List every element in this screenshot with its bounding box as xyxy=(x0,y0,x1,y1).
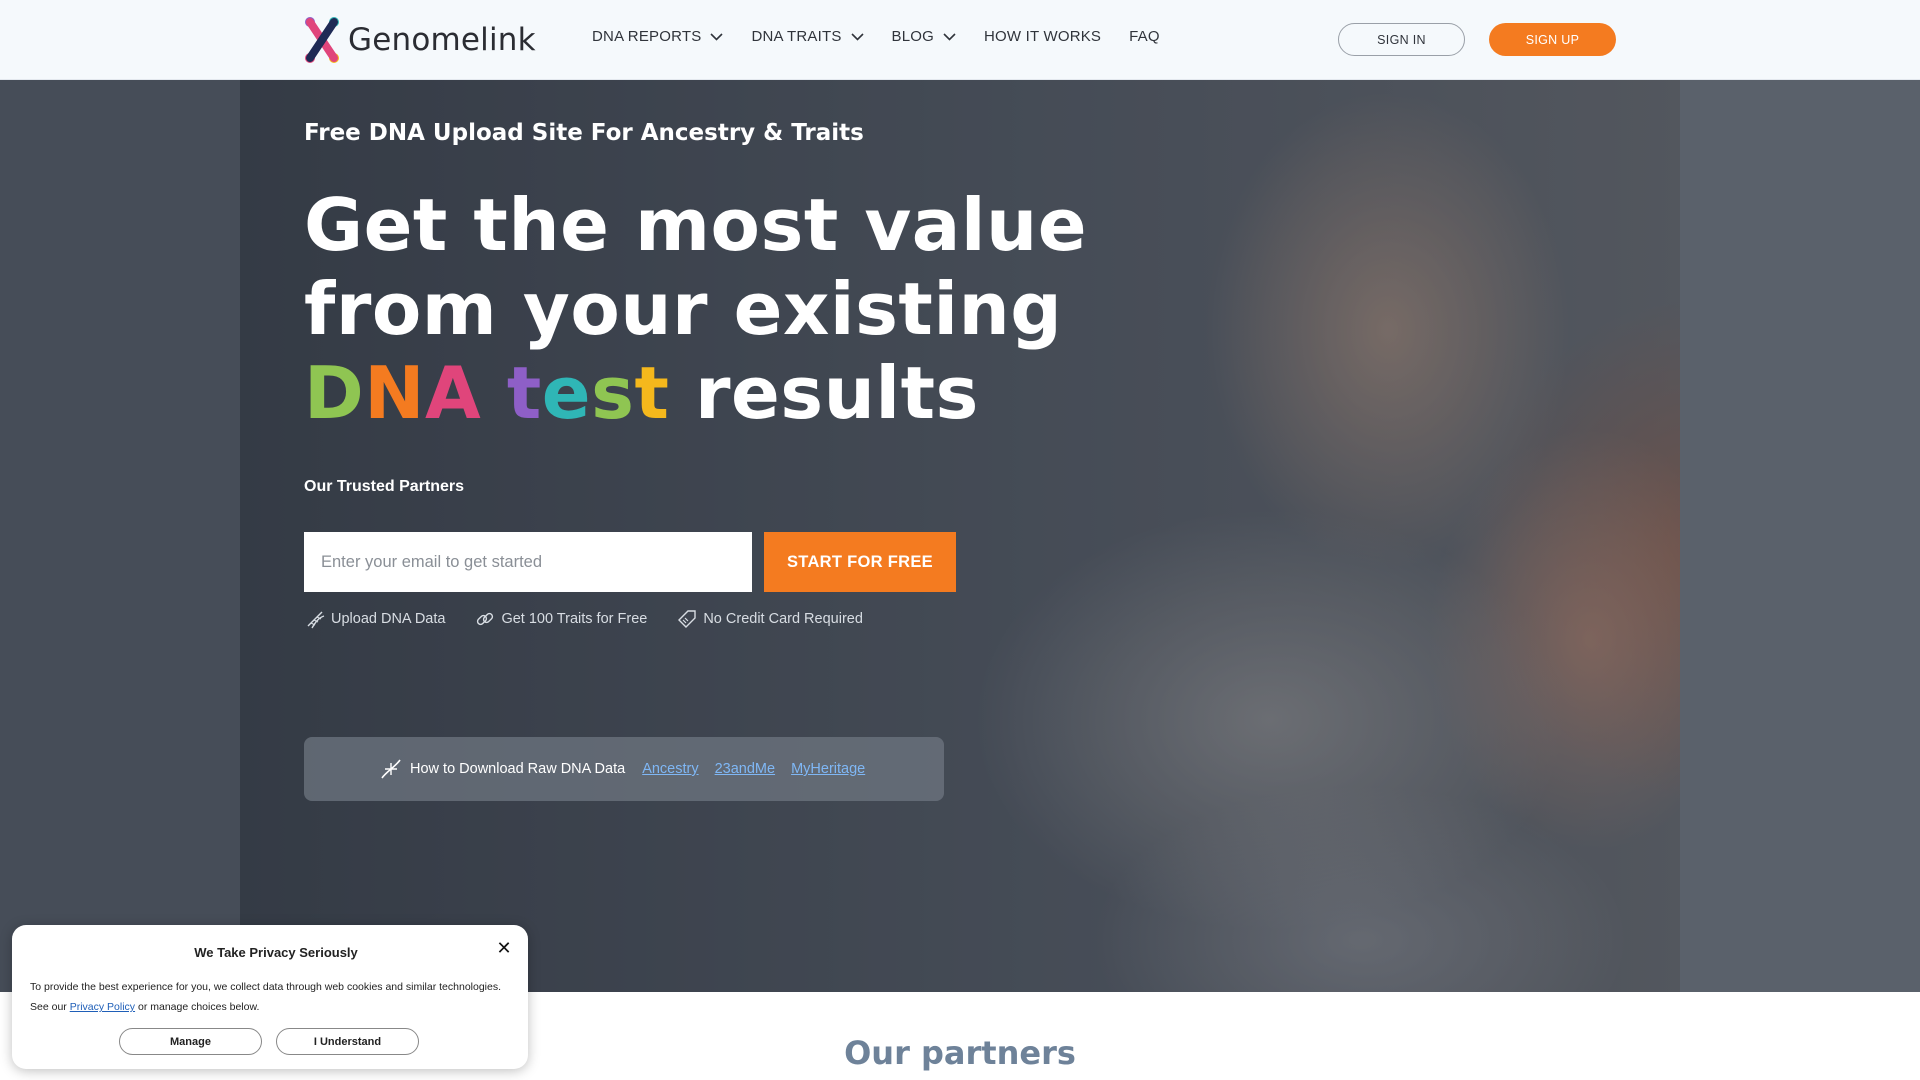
cookie-banner: We Take Privacy Seriously ✕ To provide t… xyxy=(12,925,528,1069)
site-header: Genomelink DNA REPORTS DNA TRAITS BLOG H… xyxy=(0,0,1920,80)
tag-icon xyxy=(678,610,697,628)
dna-letter: D xyxy=(304,351,365,435)
nav-how-it-works[interactable]: HOW IT WORKS xyxy=(984,28,1101,45)
cookie-understand-button[interactable]: I Understand xyxy=(276,1028,419,1055)
nav-label: HOW IT WORKS xyxy=(984,28,1102,45)
test-letter: s xyxy=(591,351,635,435)
logo-text: Genomelink xyxy=(348,22,536,58)
cookie-manage-button[interactable]: Manage xyxy=(119,1028,262,1055)
hero-subtitle: Free DNA Upload Site For Ancestry & Trai… xyxy=(304,120,864,146)
feature-label: Get 100 Traits for Free xyxy=(501,611,648,627)
hero-title-line-2: from your existing xyxy=(304,267,1063,351)
nav-blog[interactable]: BLOG xyxy=(892,28,956,45)
dna-letter: N xyxy=(364,351,426,435)
nav-label: FAQ xyxy=(1129,28,1160,45)
nav-label: BLOG xyxy=(891,28,935,45)
test-letter: t xyxy=(634,351,670,435)
sign-up-button[interactable]: SIGN UP xyxy=(1489,23,1616,56)
dna-icon xyxy=(307,611,325,629)
link-ancestry[interactable]: Ancestry xyxy=(642,761,698,777)
cookie-title: We Take Privacy Seriously xyxy=(194,945,358,960)
hero-section: Free DNA Upload Site For Ancestry & Trai… xyxy=(0,80,1920,992)
test-letter: e xyxy=(541,351,592,435)
nav-faq[interactable]: FAQ xyxy=(1129,28,1160,45)
link-23andme[interactable]: 23andMe xyxy=(715,761,775,777)
cookie-body: To provide the best experience for you, … xyxy=(30,977,520,1017)
close-icon[interactable]: ✕ xyxy=(494,938,514,958)
start-for-free-button[interactable]: START FOR FREE xyxy=(764,532,956,592)
hero-title-line-1: Get the most value xyxy=(304,183,1088,267)
dna-strand-icon xyxy=(381,759,401,779)
trusted-partners-label: Our Trusted Partners xyxy=(304,478,465,495)
feature-traits: Get 100 Traits for Free xyxy=(474,608,647,630)
cookie-body-text-end: or manage choices below. xyxy=(135,1001,260,1013)
nav-label: DNA TRAITS xyxy=(751,28,842,45)
dna-link-icon xyxy=(477,612,494,626)
dna-letter: A xyxy=(425,351,482,435)
feature-upload: Upload DNA Data xyxy=(304,608,445,630)
privacy-policy-link[interactable]: Privacy Policy xyxy=(70,1001,135,1013)
results-word: results xyxy=(694,351,979,435)
genomelink-logo-icon xyxy=(305,17,339,63)
chevron-down-icon xyxy=(850,32,864,41)
hero-right-panel xyxy=(1680,80,1920,992)
chevron-down-icon xyxy=(943,32,956,41)
email-input[interactable] xyxy=(304,532,752,592)
feature-no-card: No Credit Card Required xyxy=(676,608,863,630)
hero-title-line-3: DNA test results xyxy=(304,351,1087,435)
chevron-down-icon xyxy=(710,32,724,41)
nav-dna-reports[interactable]: DNA REPORTS xyxy=(592,28,724,45)
sign-in-button[interactable]: SIGN IN xyxy=(1338,23,1465,56)
feature-label: Upload DNA Data xyxy=(331,611,446,627)
main-nav: DNA REPORTS DNA TRAITS BLOG HOW IT WORKS… xyxy=(592,28,1188,45)
logo[interactable]: Genomelink xyxy=(304,16,536,64)
hero-title: Get the most value from your existing DN… xyxy=(304,183,1087,435)
nav-dna-traits[interactable]: DNA TRAITS xyxy=(751,28,864,45)
features-list: Upload DNA Data Get 100 Traits for Free … xyxy=(304,608,892,630)
download-raw-dna-bar: How to Download Raw DNA Data Ancestry 23… xyxy=(304,737,944,801)
feature-label: No Credit Card Required xyxy=(703,611,863,627)
download-raw-dna-text: How to Download Raw DNA Data xyxy=(410,761,626,777)
test-letter: t xyxy=(506,351,542,435)
nav-label: DNA REPORTS xyxy=(592,28,702,45)
link-myheritage[interactable]: MyHeritage xyxy=(791,761,865,777)
